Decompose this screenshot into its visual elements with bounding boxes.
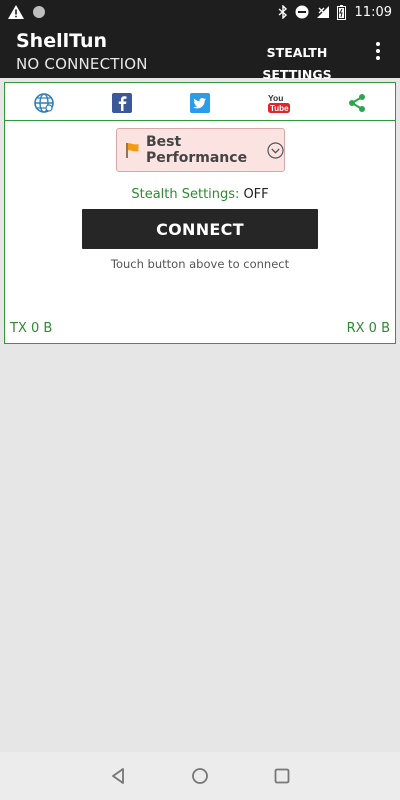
status-left [8,5,46,19]
signal-icon [316,5,330,19]
status-bar: 11:09 [0,0,400,24]
performance-mode-label: Best Performance [146,134,248,166]
tx-counter: TX 0 B [10,321,53,336]
rx-counter: RX 0 B [346,321,390,336]
main-card: You Tube Best Performance Stealth Settin… [4,82,396,344]
do-not-disturb-icon [295,5,309,19]
svg-text:You: You [268,93,283,103]
status-right: 11:09 [278,4,392,20]
recents-icon[interactable] [272,766,292,786]
performance-mode-select[interactable]: Best Performance [116,128,285,172]
bluetooth-icon [278,5,288,19]
battery-icon [336,4,346,20]
warning-icon [8,5,24,19]
app-bar: ShellTun NO CONNECTION STEALTH SETTINGS [0,24,400,82]
more-vert-icon[interactable] [368,38,388,64]
social-links-row: You Tube [5,83,395,121]
chevron-down-circle-icon [267,141,284,159]
stealth-status-label: Stealth Settings: [131,187,240,202]
connect-hint: Touch button above to connect [110,257,290,271]
app-title: ShellTun [16,30,108,52]
orange-flag-icon [124,141,142,159]
share-icon[interactable] [346,92,368,114]
clock: 11:09 [354,4,392,20]
navigation-bar [0,752,400,800]
youtube-icon[interactable]: You Tube [267,92,291,114]
svg-text:Tube: Tube [270,104,289,113]
connection-status: NO CONNECTION [16,55,148,73]
back-icon[interactable] [109,766,129,786]
globe-icon[interactable] [33,92,55,114]
stealth-settings-button[interactable]: STEALTH SETTINGS [236,42,358,82]
stealth-status-value: OFF [243,187,269,202]
circle-notification-icon [32,5,46,19]
facebook-icon[interactable] [111,92,133,114]
twitter-icon[interactable] [189,92,211,114]
connect-button[interactable]: CONNECT [82,209,318,249]
stealth-status: Stealth Settings: OFF [5,187,395,202]
home-icon[interactable] [190,766,210,786]
